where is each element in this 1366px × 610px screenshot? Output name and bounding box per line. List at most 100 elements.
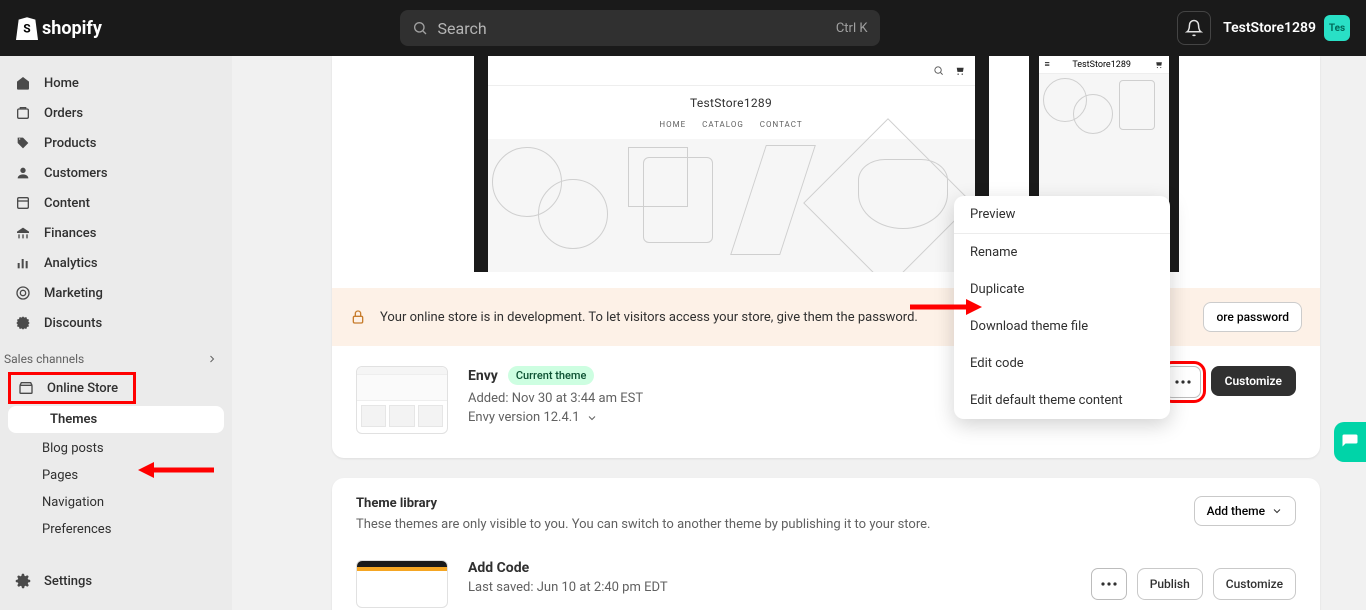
preview-nav-item: HOME	[659, 120, 686, 129]
dropdown-item-edit-code[interactable]: Edit code	[954, 345, 1170, 382]
tag-icon	[14, 134, 32, 152]
topbar: shopify Search Ctrl K TestStore1289 Tes	[0, 0, 1366, 56]
home-icon	[14, 74, 32, 92]
library-customize-button[interactable]: Customize	[1213, 568, 1296, 600]
sidebar-item-home[interactable]: Home	[0, 68, 232, 98]
chevron-down-icon	[586, 412, 598, 424]
theme-library-title: Theme library	[356, 496, 930, 511]
shopify-logo[interactable]: shopify	[16, 16, 102, 40]
store-password-button[interactable]: ore password	[1203, 302, 1302, 332]
theme-version-text: Envy version 12.4.1	[468, 410, 580, 425]
sidebar-item-content[interactable]: Content	[0, 188, 232, 218]
orders-icon	[14, 104, 32, 122]
topbar-left: shopify	[16, 16, 102, 40]
library-item: Add Code Last saved: Jun 10 at 2:40 pm E…	[356, 560, 1296, 608]
chart-icon	[14, 254, 32, 272]
library-item-meta: Last saved: Jun 10 at 2:40 pm EDT	[468, 580, 668, 595]
sidebar-bottom: Settings	[0, 558, 232, 610]
sidebar-item-label: Customers	[44, 166, 108, 181]
theme-actions-dropdown: Preview Rename Duplicate Download theme …	[954, 196, 1170, 419]
annotation-red-box-online-store: Online Store	[8, 372, 136, 404]
search-placeholder: Search	[438, 19, 487, 38]
more-icon	[1175, 380, 1191, 384]
cart-icon	[954, 65, 965, 76]
main: Home Orders Products Customers Content F…	[0, 56, 1366, 610]
content-area: TestStore1289 HOME CATALOG CONTACT	[232, 56, 1366, 610]
search-icon	[412, 20, 428, 36]
chat-icon	[1341, 433, 1359, 451]
publish-button[interactable]: Publish	[1137, 568, 1203, 600]
more-icon	[1101, 582, 1117, 586]
sidebar-item-label: Home	[44, 76, 79, 91]
sidebar-item-products[interactable]: Products	[0, 128, 232, 158]
library-more-button[interactable]	[1091, 568, 1127, 600]
avatar: Tes	[1324, 15, 1350, 41]
desktop-preview: TestStore1289 HOME CATALOG CONTACT	[474, 56, 989, 272]
discount-icon	[14, 314, 32, 332]
sidebar-item-label: Finances	[44, 226, 96, 241]
chat-fab[interactable]	[1334, 422, 1366, 462]
dropdown-item-download[interactable]: Download theme file	[954, 308, 1170, 345]
sidebar-item-discounts[interactable]: Discounts	[0, 308, 232, 338]
sidebar-item-label: Online Store	[47, 381, 118, 396]
theme-library-subtitle: These themes are only visible to you. Yo…	[356, 517, 930, 532]
banner-message: Your online store is in development. To …	[380, 310, 918, 325]
sidebar-item-label: Products	[44, 136, 96, 151]
sidebar-item-marketing[interactable]: Marketing	[0, 278, 232, 308]
sidebar-item-label: Discounts	[44, 316, 102, 331]
add-theme-button[interactable]: Add theme	[1194, 496, 1296, 526]
sidebar-subitem-themes[interactable]: Themes	[8, 406, 224, 433]
sidebar-item-label: Content	[44, 196, 90, 211]
sidebar-subitem-pages[interactable]: Pages	[0, 462, 232, 489]
sidebar-subitem-blog-posts[interactable]: Blog posts	[0, 435, 232, 462]
search-input[interactable]: Search Ctrl K	[400, 10, 880, 46]
store-icon	[17, 379, 35, 397]
dropdown-item-duplicate[interactable]: Duplicate	[954, 271, 1170, 308]
sidebar-item-label: Marketing	[44, 286, 103, 301]
dropdown-item-edit-default-content[interactable]: Edit default theme content	[954, 382, 1170, 419]
theme-library-card: Theme library These themes are only visi…	[332, 478, 1320, 610]
sidebar-item-customers[interactable]: Customers	[0, 158, 232, 188]
sidebar-item-label: Settings	[44, 574, 92, 589]
person-icon	[14, 164, 32, 182]
theme-more-button[interactable]	[1165, 366, 1201, 398]
sidebar-subitem-label: Preferences	[42, 522, 111, 537]
dropdown-item-preview[interactable]: Preview	[954, 196, 1170, 233]
current-theme-row: Envy Current theme Added: Nov 30 at 3:44…	[332, 346, 1320, 434]
customize-button[interactable]: Customize	[1211, 366, 1296, 396]
sales-channels-label: Sales channels	[4, 352, 84, 366]
search-left: Search	[412, 19, 487, 38]
topbar-right: TestStore1289 Tes	[1177, 11, 1350, 45]
preview-mobile-top: ≡ TestStore1289	[1039, 56, 1169, 74]
sidebar-item-settings[interactable]: Settings	[0, 566, 232, 596]
sidebar-item-orders[interactable]: Orders	[0, 98, 232, 128]
sidebar-subitem-navigation[interactable]: Navigation	[0, 489, 232, 516]
user-menu[interactable]: TestStore1289 Tes	[1223, 15, 1350, 41]
sidebar-subitem-preferences[interactable]: Preferences	[0, 516, 232, 543]
dropdown-item-rename[interactable]: Rename	[954, 234, 1170, 271]
theme-preview-devices: TestStore1289 HOME CATALOG CONTACT	[332, 56, 1320, 288]
preview-nav-item: CATALOG	[702, 120, 744, 129]
bell-icon	[1185, 19, 1203, 37]
target-icon	[14, 284, 32, 302]
search-icon	[933, 65, 944, 76]
notifications-button[interactable]	[1177, 11, 1211, 45]
preview-nav-item: CONTACT	[760, 120, 803, 129]
theme-library-titles: Theme library These themes are only visi…	[356, 496, 930, 532]
sidebar-subitem-label: Navigation	[42, 495, 104, 510]
cart-icon	[1154, 60, 1163, 69]
sidebar-item-finances[interactable]: Finances	[0, 218, 232, 248]
theme-thumbnail	[356, 366, 448, 434]
current-theme-card: TestStore1289 HOME CATALOG CONTACT	[332, 56, 1320, 458]
sidebar-item-online-store[interactable]: Online Store	[11, 375, 129, 401]
banner-left: Your online store is in development. To …	[350, 309, 918, 325]
development-banner: Your online store is in development. To …	[332, 288, 1320, 346]
lock-icon	[350, 309, 366, 325]
sidebar-item-analytics[interactable]: Analytics	[0, 248, 232, 278]
theme-actions: Customize	[1165, 366, 1296, 398]
sales-channels-header[interactable]: Sales channels	[0, 338, 232, 372]
menu-icon: ≡	[1045, 59, 1050, 70]
sidebar-item-label: Analytics	[44, 256, 98, 271]
sidebar-item-label: Orders	[44, 106, 83, 121]
gear-icon	[14, 572, 32, 590]
